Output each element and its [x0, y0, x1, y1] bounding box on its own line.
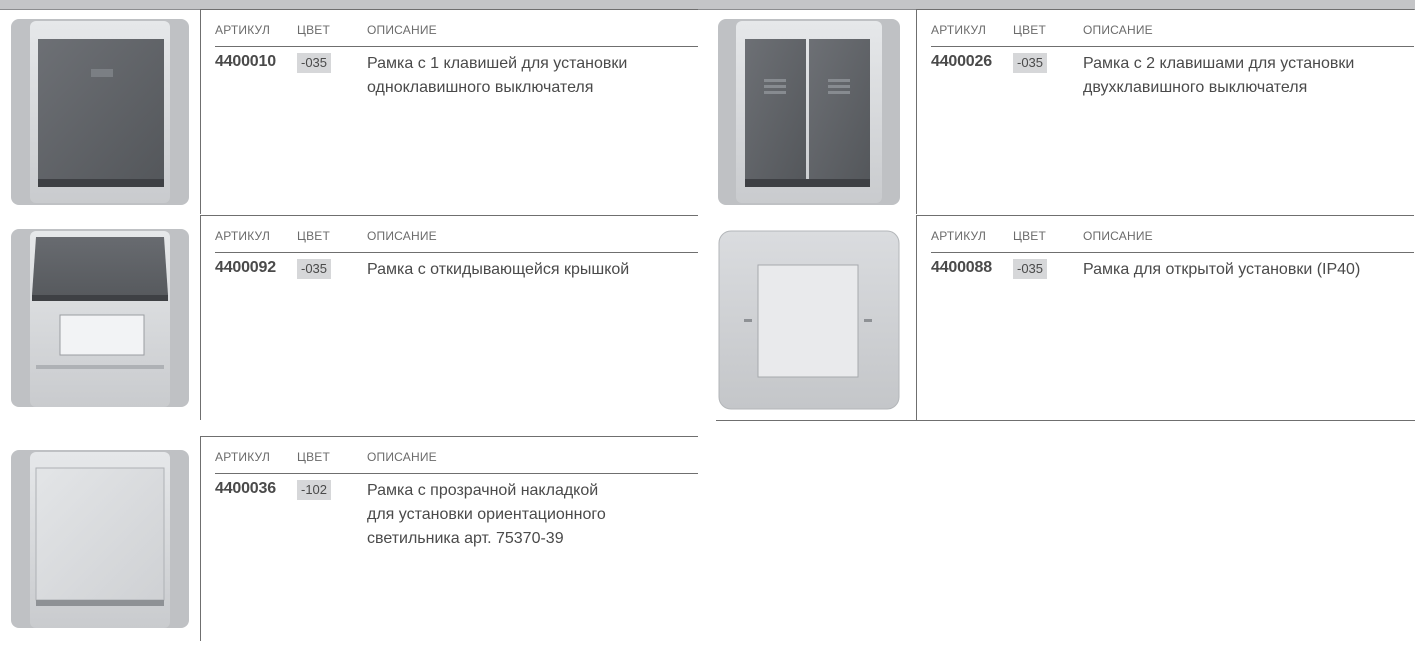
color-code-badge: -102: [297, 480, 332, 500]
product-info: АРТИКУЛ ЦВЕТ ОПИСАНИЕ 4400088 -035 Рамка…: [917, 215, 1414, 420]
product-image-4400036: [0, 436, 201, 641]
description-line: одноклавишного выключателя: [367, 79, 594, 96]
column-header-color: ЦВЕТ: [1013, 23, 1047, 37]
column-header-article: АРТИКУЛ: [215, 229, 271, 243]
header-rule: [215, 252, 698, 253]
transparent-cover-frame-icon: [11, 450, 189, 628]
description-line: Рамка для открытой установки (IP40): [1083, 261, 1361, 278]
column-header-description: ОПИСАНИЕ: [1083, 229, 1153, 243]
product-info: АРТИКУЛ ЦВЕТ ОПИСАНИЕ 4400092 -035 Рамка…: [201, 215, 698, 420]
product-card-4400026: АРТИКУЛ ЦВЕТ ОПИСАНИЕ 4400026 -035 Рамка…: [716, 9, 1414, 214]
article-number: 4400088: [931, 259, 992, 276]
two-key-frame-icon: [718, 19, 900, 205]
product-description: Рамка с откидывающейся крышкой: [367, 258, 697, 282]
product-image-4400092: [0, 215, 201, 420]
article-number: 4400036: [215, 480, 276, 497]
color-code-badge: -035: [297, 259, 332, 279]
one-key-frame-icon: [11, 19, 189, 205]
article-number: 4400092: [215, 259, 276, 276]
description-line: Рамка с 2 клавишами для установки: [1083, 55, 1355, 72]
product-image-4400010: [0, 9, 201, 214]
product-info: АРТИКУЛ ЦВЕТ ОПИСАНИЕ 4400036 -102 Рамка…: [201, 436, 698, 641]
column-header-color: ЦВЕТ: [297, 23, 331, 37]
column-header-description: ОПИСАНИЕ: [367, 23, 437, 37]
header-rule: [215, 473, 698, 474]
product-info: АРТИКУЛ ЦВЕТ ОПИСАНИЕ 4400010 -035 Рамка…: [201, 9, 698, 214]
article-number: 4400010: [215, 53, 276, 70]
flip-cover-frame-icon: [11, 229, 189, 407]
description-line: Рамка с откидывающейся крышкой: [367, 261, 630, 278]
column-header-description: ОПИСАНИЕ: [1083, 23, 1153, 37]
product-description: Рамка с 1 клавишей для установки однокла…: [367, 52, 697, 100]
description-line: Рамка с прозрачной накладкой: [367, 482, 599, 499]
header-rule: [931, 46, 1414, 47]
column-header-description: ОПИСАНИЕ: [367, 450, 437, 464]
product-card-4400010: АРТИКУЛ ЦВЕТ ОПИСАНИЕ 4400010 -035 Рамка…: [0, 9, 698, 214]
product-description: Рамка с 2 клавишами для установки двухкл…: [1083, 52, 1413, 100]
column-header-article: АРТИКУЛ: [215, 450, 271, 464]
column-header-color: ЦВЕТ: [1013, 229, 1047, 243]
color-code-badge: -035: [297, 53, 332, 73]
product-card-4400088: АРТИКУЛ ЦВЕТ ОПИСАНИЕ 4400088 -035 Рамка…: [716, 215, 1414, 420]
column-header-article: АРТИКУЛ: [931, 229, 987, 243]
section-divider: [716, 420, 1415, 421]
header-rule: [215, 46, 698, 47]
product-info: АРТИКУЛ ЦВЕТ ОПИСАНИЕ 4400026 -035 Рамка…: [917, 9, 1414, 214]
header-rule: [931, 252, 1414, 253]
color-code-badge: -035: [1013, 259, 1048, 279]
column-header-color: ЦВЕТ: [297, 450, 331, 464]
color-code-badge: -035: [1013, 53, 1048, 73]
description-line: светильника арт. 75370-39: [367, 530, 564, 547]
product-image-4400026: [716, 9, 917, 214]
product-description: Рамка с прозрачной накладкой для установ…: [367, 479, 697, 551]
product-card-4400092: АРТИКУЛ ЦВЕТ ОПИСАНИЕ 4400092 -035 Рамка…: [0, 215, 698, 420]
column-header-description: ОПИСАНИЕ: [367, 229, 437, 243]
article-number: 4400026: [931, 53, 992, 70]
surface-mount-frame-icon: [718, 230, 900, 410]
description-line: для установки ориентационного: [367, 506, 606, 523]
product-card-4400036: АРТИКУЛ ЦВЕТ ОПИСАНИЕ 4400036 -102 Рамка…: [0, 436, 698, 641]
column-header-article: АРТИКУЛ: [931, 23, 987, 37]
column-header-article: АРТИКУЛ: [215, 23, 271, 37]
column-header-color: ЦВЕТ: [297, 229, 331, 243]
product-description: Рамка для открытой установки (IP40): [1083, 258, 1413, 282]
product-image-4400088: [716, 215, 917, 420]
description-line: Рамка с 1 клавишей для установки: [367, 55, 628, 72]
description-line: двухклавишного выключателя: [1083, 79, 1308, 96]
